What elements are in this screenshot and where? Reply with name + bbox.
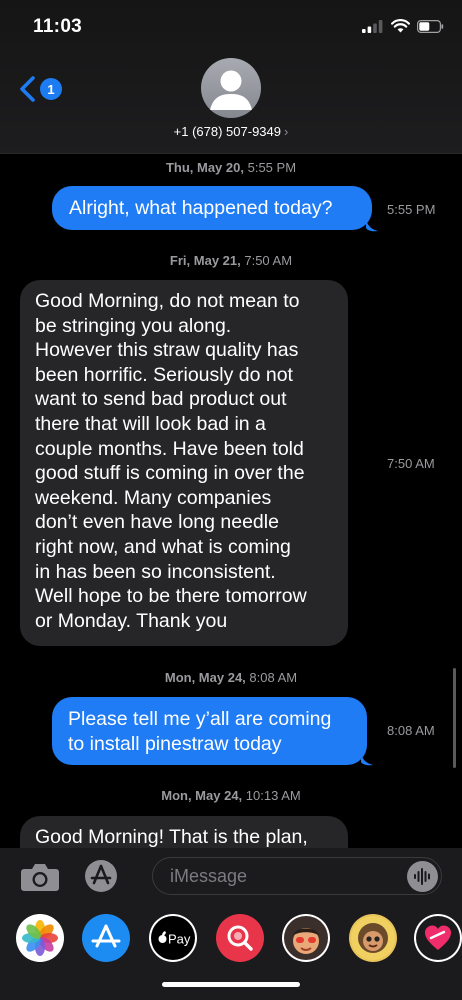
message-time: 5:55 PM bbox=[387, 202, 436, 217]
audio-message-button[interactable] bbox=[407, 861, 438, 892]
timestamp-header: Thu, May 20, 5:55 PM bbox=[165, 160, 297, 175]
digital-touch-icon bbox=[416, 916, 460, 960]
app-store-apps-icon[interactable] bbox=[84, 859, 118, 893]
camera-icon[interactable] bbox=[20, 862, 60, 892]
message-line: to install pinestraw today bbox=[68, 732, 282, 755]
message-line: in has been so inconsistent. bbox=[35, 560, 276, 583]
animoji-button[interactable] bbox=[349, 914, 397, 962]
outgoing-message[interactable]: Please tell me y’all are coming to insta… bbox=[52, 697, 367, 765]
person-silhouette-icon bbox=[210, 70, 252, 110]
animoji-icon bbox=[351, 916, 395, 960]
message-line: or Monday. Thank you bbox=[35, 609, 228, 632]
message-line: don’t even have long needle bbox=[35, 511, 279, 534]
message-line: right now, and what is coming bbox=[35, 535, 291, 558]
contact-avatar[interactable] bbox=[201, 58, 261, 118]
waveform-icon bbox=[414, 868, 430, 885]
status-bar: 11:03 bbox=[0, 0, 462, 56]
digital-touch-button[interactable] bbox=[414, 914, 462, 962]
message-line: Please tell me y’all are coming bbox=[68, 708, 332, 730]
input-placeholder: iMessage bbox=[170, 866, 248, 886]
message-line: weekend. Many companies bbox=[35, 486, 272, 509]
bubble-tail bbox=[366, 216, 378, 232]
cellular-signal-icon bbox=[362, 19, 383, 33]
photos-icon bbox=[22, 920, 58, 956]
timestamp-header: Mon, May 24, 10:13 AM bbox=[161, 788, 301, 803]
message-line: good stuff is coming in over the bbox=[35, 462, 305, 485]
apple-pay-icon: Pay bbox=[151, 916, 195, 960]
chevron-left-icon bbox=[20, 76, 35, 102]
app-store-icon bbox=[91, 924, 121, 948]
outgoing-message[interactable]: Alright, what happened today? bbox=[52, 186, 372, 230]
message-time: 7:50 AM bbox=[387, 456, 435, 471]
message-line: couple months. Have been told bbox=[35, 437, 304, 460]
contact-name-button[interactable]: +1 (678) 507-9349 › bbox=[0, 124, 462, 139]
app-store-button[interactable] bbox=[82, 914, 130, 962]
image-search-icon bbox=[227, 925, 253, 951]
message-line: been horrific. Seriously do not bbox=[35, 363, 293, 386]
status-icons bbox=[362, 19, 444, 33]
unread-count-badge: 1 bbox=[40, 78, 62, 100]
message-line: Well hope to be there tomorrow bbox=[35, 585, 307, 608]
image-search-button[interactable] bbox=[216, 914, 264, 962]
message-line: Good Morning, do not mean to bbox=[35, 290, 300, 312]
compose-bar: iMessage bbox=[0, 848, 462, 906]
imessage-input[interactable]: iMessage bbox=[152, 857, 442, 895]
wifi-icon bbox=[391, 19, 410, 33]
incoming-message[interactable]: Good Morning, do not mean to be stringin… bbox=[20, 280, 348, 646]
timestamp-header: Fri, May 21, 7:50 AM bbox=[169, 253, 293, 268]
apple-pay-label: Pay bbox=[168, 932, 191, 947]
contact-number: +1 (678) 507-9349 bbox=[173, 124, 281, 139]
message-time: 8:08 AM bbox=[387, 723, 435, 738]
memoji-stickers-button[interactable] bbox=[282, 914, 330, 962]
message-text: Alright, what happened today? bbox=[69, 197, 333, 219]
chevron-right-icon: › bbox=[284, 124, 289, 139]
scrollbar[interactable] bbox=[453, 668, 456, 768]
photos-app-button[interactable] bbox=[16, 914, 64, 962]
message-line: However this straw quality has bbox=[35, 339, 299, 362]
message-line: be stringing you along. bbox=[35, 314, 232, 337]
message-line: want to send bad product out bbox=[35, 388, 287, 411]
memoji-icon bbox=[284, 916, 328, 960]
timestamp-header: Mon, May 24, 8:08 AM bbox=[164, 670, 298, 685]
bubble-tail bbox=[361, 750, 373, 766]
message-line: there that will look bad in a bbox=[35, 412, 266, 435]
battery-icon bbox=[417, 19, 444, 33]
message-thread[interactable]: Thu, May 20, 5:55 PM Alright, what happe… bbox=[0, 153, 462, 848]
status-time: 11:03 bbox=[33, 16, 83, 37]
home-indicator[interactable] bbox=[162, 982, 300, 987]
message-line: Good Morning! That is the plan, bbox=[35, 826, 308, 848]
apple-pay-button[interactable]: Pay bbox=[149, 914, 197, 962]
back-button[interactable]: 1 bbox=[18, 76, 62, 102]
incoming-message[interactable]: Good Morning! That is the plan, bbox=[20, 816, 348, 848]
